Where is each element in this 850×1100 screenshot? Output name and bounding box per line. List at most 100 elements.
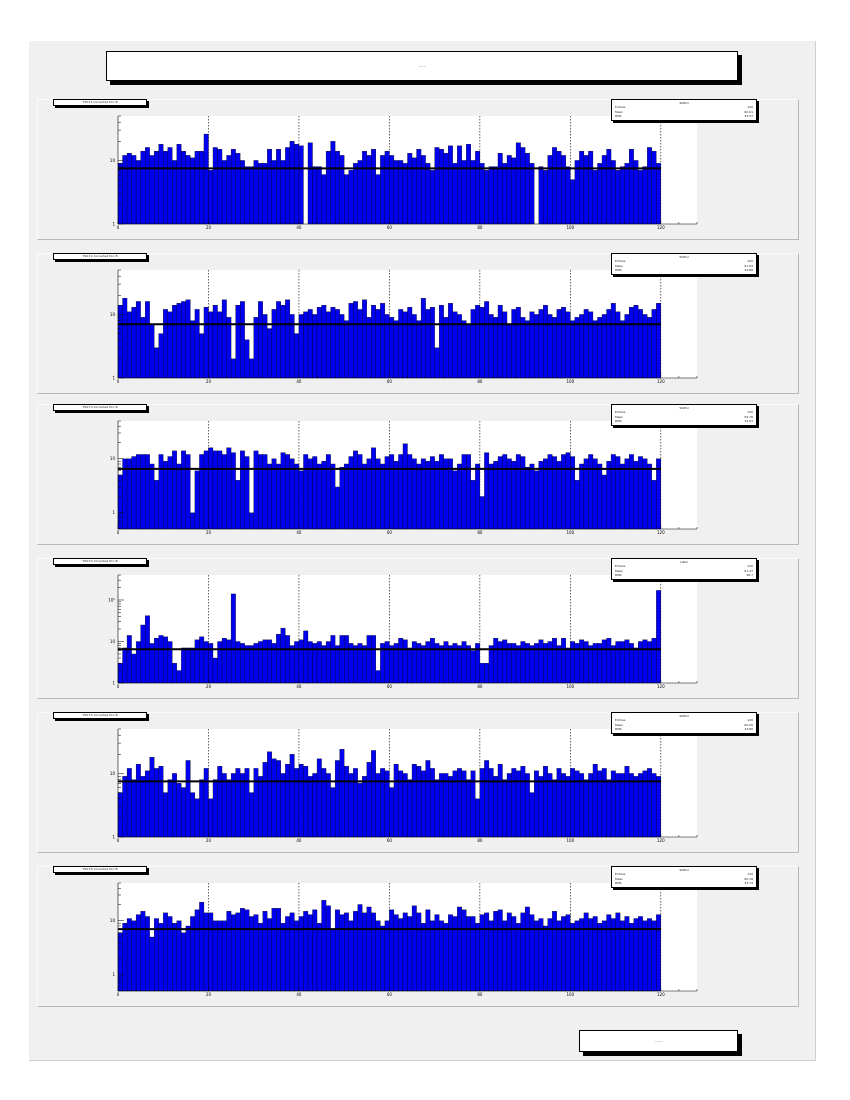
histogram-bar xyxy=(144,916,150,992)
histogram-bar xyxy=(529,914,535,992)
histogram-bar xyxy=(117,663,123,684)
y-tick-label: 1 xyxy=(112,835,115,840)
histogram-bar xyxy=(484,170,490,225)
histogram-bar xyxy=(353,645,358,684)
histogram-bar xyxy=(353,163,358,225)
histogram-bar xyxy=(506,912,512,992)
histogram-bar xyxy=(561,307,566,379)
histogram-bar xyxy=(552,911,557,992)
histogram-bar xyxy=(371,149,376,225)
histogram-bar xyxy=(172,450,177,530)
histogram-bar xyxy=(574,480,580,530)
histogram-title: TS0-T2 Corrected Pol. B xyxy=(53,253,147,260)
histogram-bar xyxy=(203,641,209,684)
histogram-bar xyxy=(267,463,272,530)
histogram-bar xyxy=(443,773,449,838)
histogram-bar xyxy=(230,452,236,530)
histogram-bar xyxy=(656,303,661,379)
histogram-bar xyxy=(488,645,494,684)
histogram-bar xyxy=(208,447,214,530)
histogram-bar xyxy=(239,908,245,992)
histogram-bar xyxy=(158,144,164,225)
histogram-bar xyxy=(484,663,490,684)
histogram-bar xyxy=(276,908,281,992)
histogram-bar xyxy=(235,153,241,225)
histogram-bar xyxy=(366,906,372,992)
stats-label: Mean xyxy=(615,876,624,881)
histogram-bar xyxy=(606,914,612,992)
histogram-bar xyxy=(583,912,589,992)
histogram-bar xyxy=(407,153,413,225)
histogram-bar xyxy=(583,641,589,684)
stats-value: 34.88 xyxy=(744,268,753,272)
histogram-bar xyxy=(316,923,322,992)
histogram-bar xyxy=(515,923,521,992)
histogram-bar xyxy=(176,920,182,992)
histogram-pad: 0 20 40 60 80 100 120 1 10 TS0-T6 Corrected Pol. … xyxy=(37,866,799,1007)
histogram-bar xyxy=(597,923,603,992)
histogram-bar xyxy=(389,909,395,992)
stats-box: StdPol Entries 120 Mean 60.06 RMS 34.86 xyxy=(611,712,757,734)
x-tick-label: 40 xyxy=(296,530,302,535)
histogram-bar xyxy=(176,463,182,530)
histogram-bar xyxy=(244,909,250,992)
histogram-bar xyxy=(371,750,376,838)
histogram-bar xyxy=(321,645,327,684)
y-tick-label: 1 xyxy=(112,681,115,686)
histogram-bar xyxy=(267,751,272,838)
histogram-bar xyxy=(230,773,236,838)
histogram-bar xyxy=(461,160,467,225)
histogram-bar xyxy=(448,303,453,379)
histogram-bar xyxy=(529,463,535,530)
histogram-bar xyxy=(353,768,358,838)
x-tick-label: 20 xyxy=(206,225,212,230)
histogram-bar xyxy=(167,779,173,838)
histogram-bar xyxy=(321,304,327,379)
histogram-bar xyxy=(393,320,399,379)
histogram-bar xyxy=(298,470,304,530)
x-tick-label: 80 xyxy=(477,530,483,535)
histogram-bar xyxy=(448,776,453,838)
histogram-bar xyxy=(624,916,630,992)
histogram-bar xyxy=(601,639,607,684)
histogram-bar xyxy=(235,641,241,684)
histogram-bar xyxy=(651,480,657,530)
histogram-bar xyxy=(416,766,422,838)
histogram-bar xyxy=(538,166,544,225)
histogram-bar xyxy=(312,909,318,992)
stats-label: Entries xyxy=(615,718,626,722)
stats-label: Entries xyxy=(615,872,626,876)
histogram-bar xyxy=(457,768,462,838)
histogram-bar xyxy=(289,645,295,684)
histogram-bar xyxy=(262,639,268,684)
stats-value: 120 xyxy=(747,718,753,722)
histogram-bar xyxy=(122,647,128,684)
histogram-bar xyxy=(384,641,390,684)
y-tick-label: 10 xyxy=(110,771,116,776)
histogram-bar xyxy=(117,932,123,992)
histogram-bar xyxy=(402,912,408,992)
histogram-bar xyxy=(258,163,263,225)
histogram-bar xyxy=(570,641,576,684)
histogram-bar xyxy=(144,147,150,225)
histogram-bar xyxy=(493,166,499,225)
histogram-bar xyxy=(520,912,526,992)
histogram-bar xyxy=(552,456,557,530)
histogram-bar xyxy=(276,634,281,684)
histogram-bar xyxy=(289,141,295,225)
histogram-bar xyxy=(221,454,227,530)
stats-value: 61.47 xyxy=(744,568,753,573)
histogram-bar xyxy=(149,324,155,379)
histogram-bar xyxy=(497,153,503,225)
histogram-bar xyxy=(615,773,621,838)
stats-value: 60.18 xyxy=(744,876,753,881)
histogram-bar xyxy=(294,463,300,530)
histogram-bar xyxy=(135,763,141,838)
histogram-bar xyxy=(619,320,625,379)
histogram-bar xyxy=(226,447,232,530)
stats-value: 59.76 xyxy=(744,414,753,419)
histogram-bar xyxy=(172,304,177,379)
histogram-bar xyxy=(212,920,218,992)
histogram-bar xyxy=(126,635,132,684)
histogram-bar xyxy=(475,150,481,225)
